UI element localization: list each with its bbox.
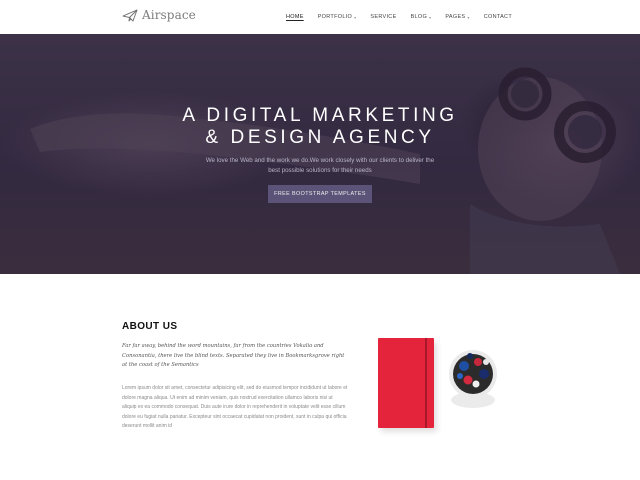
about-title: ABOUT US <box>122 321 178 332</box>
nav-item-blog[interactable]: BLOG ▾ <box>411 14 432 20</box>
nav-label: CONTACT <box>483 14 512 20</box>
hero-overlay <box>0 34 640 274</box>
about-intro: Far far away, behind the word mountains,… <box>122 343 345 369</box>
free-templates-button[interactable]: FREE BOOTSTRAP TEMPLATES <box>268 185 372 203</box>
nav-item-home[interactable]: HOME <box>286 14 304 20</box>
logo[interactable]: Airspace <box>122 8 196 22</box>
hero-title: A DIGITAL MARKETING <box>182 105 458 126</box>
nav-item-service[interactable]: SERVICE <box>370 14 396 20</box>
nav-label: HOME <box>286 14 304 20</box>
hero-section: A DIGITAL MARKETING & DESIGN AGENCY We l… <box>0 34 640 274</box>
main-nav: HOME PORTFOLIO ▾ SERVICE BLOG ▾ PAGES ▾ … <box>272 14 512 20</box>
paper-plane-icon <box>122 9 138 22</box>
pen-cup-image <box>449 350 497 408</box>
chevron-down-icon: ▾ <box>354 14 357 20</box>
site-header: Airspace HOME PORTFOLIO ▾ SERVICE BLOG ▾… <box>0 0 640 34</box>
hero-title-line2: & DESIGN AGENCY <box>205 127 435 148</box>
chevron-down-icon: ▾ <box>429 14 432 20</box>
nav-label: SERVICE <box>370 14 397 20</box>
nav-item-pages[interactable]: PAGES ▾ <box>445 14 469 20</box>
nav-item-contact[interactable]: CONTACT <box>484 14 512 20</box>
chevron-down-icon: ▾ <box>467 14 470 20</box>
hero-subtitle: We love the Web and the work we do.We wo… <box>205 157 435 174</box>
nav-item-portfolio[interactable]: PORTFOLIO ▾ <box>318 14 357 20</box>
nav-label: PORTFOLIO <box>317 14 353 20</box>
notebook-band <box>425 338 427 428</box>
notebook-image <box>378 338 434 428</box>
about-body: Lorem ipsum dolor sit amet, consectetur … <box>122 385 348 430</box>
nav-label: PAGES <box>445 14 466 20</box>
nav-label: BLOG <box>410 14 428 20</box>
logo-text: Airspace <box>142 8 196 22</box>
